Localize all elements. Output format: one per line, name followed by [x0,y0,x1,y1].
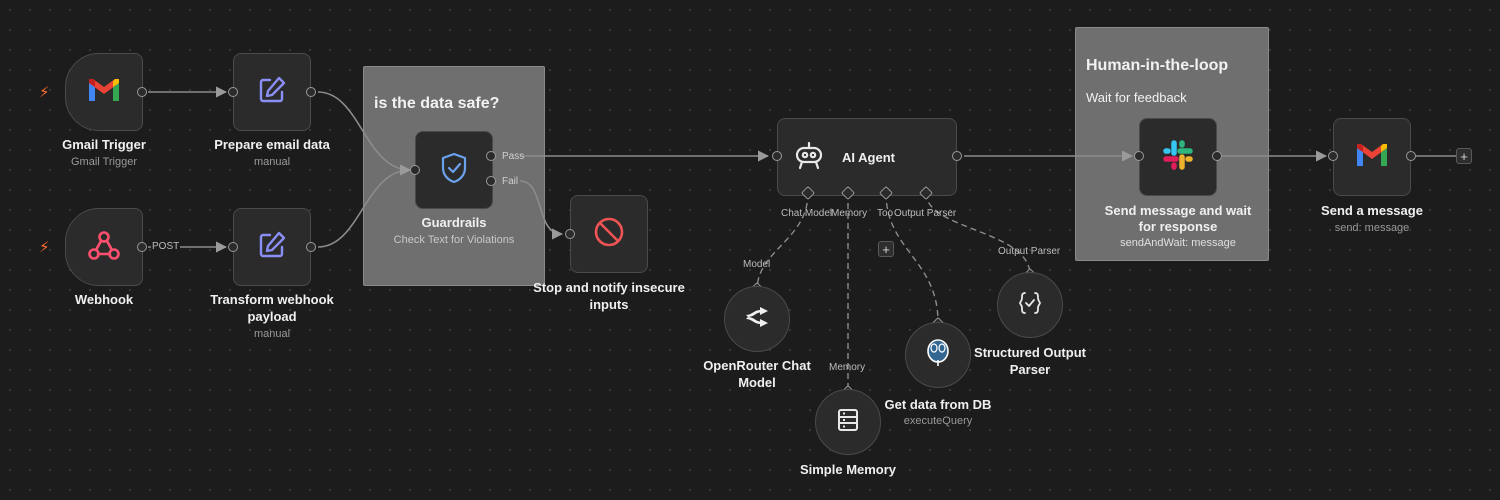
gmail-icon [87,77,121,108]
postgres-icon [924,338,952,373]
input-port[interactable] [228,87,238,97]
webhook-node[interactable] [65,208,143,286]
add-next-node-button[interactable]: + [1456,148,1472,164]
edge-label-memory: Memory [829,362,866,373]
edge-prepare-guardrails [317,91,412,176]
output-port[interactable] [306,242,316,252]
simple-memory-node[interactable] [815,389,881,455]
fail-label: Fail [502,176,519,187]
output-port[interactable] [137,87,147,97]
pass-output-port[interactable] [486,151,496,161]
gmail-icon [1355,142,1389,173]
openrouter-icon [744,306,770,332]
node-title: AI Agent [842,149,895,165]
edge-agent-parser [925,192,1031,276]
guardrails-node[interactable] [415,131,493,209]
braces-icon [1017,290,1043,321]
node-title: Get data from DB [884,397,992,412]
input-port[interactable] [772,151,782,161]
output-port[interactable] [137,242,147,252]
get-data-db-node[interactable] [905,322,971,388]
stop-notify-node[interactable] [570,195,648,273]
node-subtitle: sendAndWait: message [1120,237,1236,249]
shield-check-icon [439,151,469,190]
node-title-line-1: Send message and wait [1104,203,1252,218]
input-port[interactable] [565,229,575,239]
edit-icon [256,74,288,111]
edit-icon [256,229,288,266]
webhook-icon [87,229,121,266]
transform-webhook-node[interactable] [233,208,311,286]
structured-output-parser-node[interactable] [997,272,1063,338]
node-title-line-2: payload [247,309,297,324]
input-port[interactable] [1134,151,1144,161]
node-title-line-2: for response [1138,219,1218,234]
ai-agent-node[interactable]: AI Agent [777,118,957,196]
input-port[interactable] [228,242,238,252]
gmail-trigger-node[interactable] [65,53,143,131]
node-subtitle: Check Text for Violations [393,234,515,246]
slack-send-wait-node[interactable] [1139,118,1217,196]
openrouter-chat-model-node[interactable] [724,286,790,352]
node-title: Guardrails [421,215,487,230]
tool-port-label: Too [877,208,894,219]
node-title-line-1: Structured Output [974,345,1086,360]
database-icon [836,407,860,438]
input-port[interactable] [410,165,420,175]
fail-output-port[interactable] [486,176,496,186]
edge-guard-fail-stop [519,180,564,240]
prepare-email-node[interactable] [233,53,311,131]
node-title: Gmail Trigger [62,137,146,152]
robot-icon [792,140,826,175]
output-parser-port-label: Output Parser [894,208,957,219]
node-title-line-1: Stop and notify insecure [533,280,685,295]
output-port[interactable] [306,87,316,97]
add-tool-button[interactable]: + [878,241,894,257]
post-edge-label: POST [151,241,181,252]
trigger-bolt-icon: ⚡ [39,84,50,101]
node-subtitle: executeQuery [903,415,973,427]
connection-layer [148,86,1456,392]
edge-label-output-parser: Output Parser [998,246,1061,257]
node-title: Simple Memory [799,462,897,477]
slack-icon [1162,139,1194,176]
memory-port-label: Memory [831,208,868,219]
chat-model-port-label: Chat Model [781,208,833,219]
node-subtitle: manual [253,328,291,340]
pass-label: Pass [502,151,525,162]
node-title-line-2: inputs [589,297,629,312]
output-port[interactable] [952,151,962,161]
node-title: Webhook [74,292,134,307]
output-port[interactable] [1406,151,1416,161]
node-title-line-1: OpenRouter Chat [703,358,811,373]
node-subtitle: manual [253,156,291,168]
node-title-line-2: Model [738,375,776,390]
send-message-node[interactable] [1333,118,1411,196]
node-title-line-1: Transform webhook [210,292,334,307]
output-port[interactable] [1212,151,1222,161]
stop-icon [592,215,626,254]
node-title-line-2: Parser [1009,362,1051,377]
node-title: Send a message [1321,203,1423,218]
node-subtitle: send: message [1334,222,1410,234]
trigger-bolt-icon: ⚡ [39,239,50,256]
input-port[interactable] [1328,151,1338,161]
edge-label-model: Model [743,259,771,270]
node-subtitle: Gmail Trigger [70,156,138,168]
node-title: Prepare email data [214,137,330,152]
